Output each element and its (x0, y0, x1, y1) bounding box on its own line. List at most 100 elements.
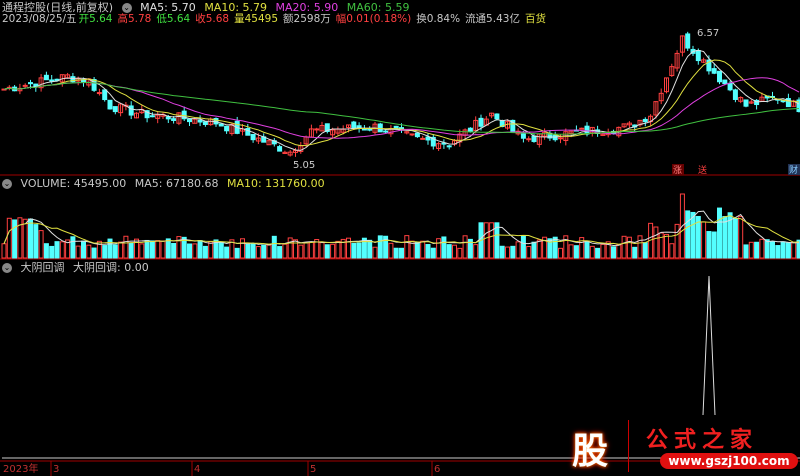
volume-bar (324, 244, 330, 259)
indicator-value: 大阴回调: 0.00 (73, 261, 149, 274)
volume-bar (240, 238, 245, 259)
volume-bar (271, 235, 277, 259)
watermark-url: www.gszj100.com (660, 453, 798, 469)
volume-bar (531, 241, 537, 259)
axis-month: 6 (434, 464, 440, 475)
volume-bar (674, 223, 680, 259)
volume-bar (457, 247, 463, 259)
volume-bar (356, 242, 362, 259)
candle (218, 123, 224, 127)
volume-bar (118, 241, 124, 259)
volume-bar (404, 235, 410, 259)
candle (558, 137, 563, 140)
volume-bar (1, 243, 7, 259)
volume-bar (33, 224, 39, 259)
volume-bar (754, 241, 760, 259)
volume-bar (436, 238, 442, 259)
chevron-down-icon[interactable]: ⌄ (2, 263, 12, 273)
candle (584, 125, 590, 135)
watermark-logo: 股 (572, 431, 609, 472)
volume-bar (701, 221, 707, 259)
volume-bar (91, 247, 97, 259)
candle (112, 106, 118, 113)
volume-bar (621, 235, 627, 259)
volume-bar (75, 245, 81, 259)
candle (695, 50, 701, 62)
volume-bar (748, 241, 754, 259)
volume-bar (303, 242, 309, 259)
volume-bar (600, 243, 606, 259)
month-ticks: 3 4 5 6 (50, 461, 440, 476)
volume-label: VOLUME: 45495.00 (20, 177, 127, 190)
volume-bar (393, 247, 399, 259)
volume-header: ⌄ VOLUME: 45495.00 MA5: 67180.68 MA10: 1… (2, 177, 330, 190)
volume-bar (414, 241, 420, 259)
candle (224, 125, 230, 132)
candle (102, 89, 108, 101)
candle (727, 82, 733, 91)
indicator-name: 大阴回调 (20, 261, 65, 274)
volume-bar (584, 241, 590, 259)
volume-bar (372, 246, 378, 259)
volume-bar (70, 236, 76, 259)
volume-bar (446, 244, 452, 259)
volume-bar (351, 242, 357, 259)
volume-bar (139, 243, 145, 259)
candle (351, 121, 357, 129)
candle (520, 133, 526, 139)
volume-bar (28, 218, 33, 259)
watermark-name: 公式之家 (646, 427, 759, 453)
volume-bar (245, 243, 251, 259)
candle (467, 127, 473, 132)
candle (642, 118, 648, 123)
volume-bar (616, 244, 622, 259)
candle (361, 128, 367, 131)
volume-bar (664, 233, 669, 259)
volume-bar (526, 246, 532, 259)
volume-bar (208, 241, 214, 259)
volume-bar (637, 235, 643, 259)
volume-bar (473, 244, 479, 259)
volume-bar (653, 226, 659, 259)
volume-bar (277, 246, 283, 259)
event-mark-cai[interactable]: 财 (789, 164, 798, 176)
volume-bar (149, 240, 155, 259)
candle (96, 92, 102, 95)
candle (187, 118, 192, 123)
event-mark-song[interactable]: 送 (698, 164, 707, 176)
candle (128, 105, 134, 116)
volume-bar (706, 231, 712, 259)
volume-ma10: MA10: 131760.00 (226, 177, 325, 190)
axis-month: 5 (310, 464, 316, 475)
candle (197, 119, 203, 123)
volume-bar (632, 246, 638, 259)
volume-bar (785, 242, 791, 259)
candle (165, 116, 171, 120)
volume-bar (711, 231, 717, 259)
candle (579, 127, 585, 130)
candle (277, 146, 283, 152)
axis-month: 3 (53, 464, 59, 475)
volume-bar (171, 242, 177, 259)
candle (171, 118, 177, 121)
volume-bar (187, 243, 192, 259)
candle (107, 99, 113, 110)
candle (367, 128, 373, 131)
candle (28, 82, 33, 85)
low-price-label: 5.05 (293, 160, 315, 171)
candle (245, 128, 251, 136)
volume-bar (452, 244, 457, 259)
volume-bar (425, 244, 431, 259)
candle (420, 137, 426, 140)
event-mark-zhang[interactable]: 涨 (673, 165, 682, 176)
volume-bar (573, 245, 579, 259)
volume-bar (81, 240, 86, 259)
volume-bar (319, 242, 325, 259)
chevron-down-icon[interactable]: ⌄ (2, 179, 12, 189)
kline-chart[interactable]: 6.57 5.05 涨 送 财 2023年 3 4 5 6 (0, 0, 800, 476)
volume-bar (743, 244, 749, 259)
volume-ma5-line (3, 210, 800, 247)
candle (685, 33, 691, 49)
volume-bar (86, 244, 92, 259)
volume-bar (367, 239, 373, 259)
